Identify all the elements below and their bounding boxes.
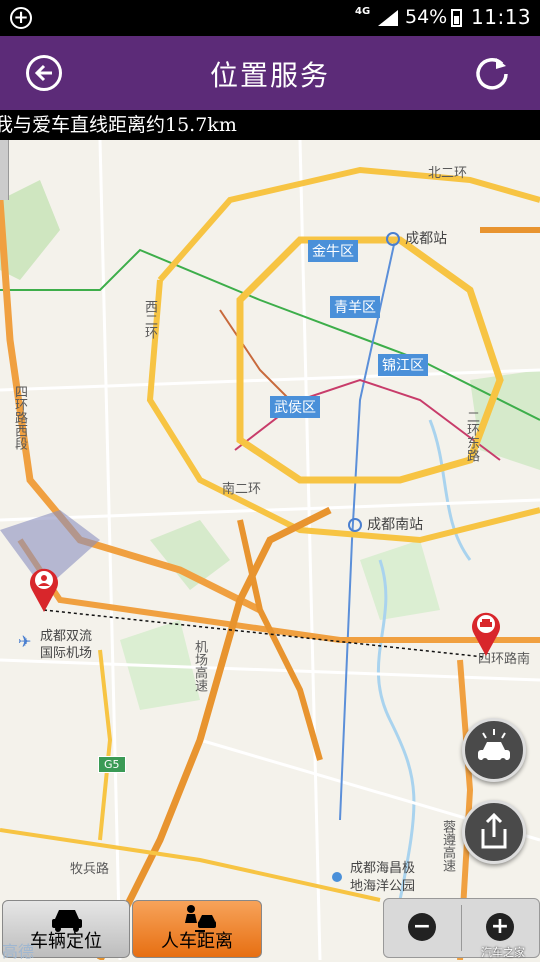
distance-text: 我与爱车直线距离约15.7km <box>0 114 237 136</box>
clock: 11:13 <box>471 5 532 29</box>
district-label-wuhou: 武侯区 <box>270 396 320 418</box>
label-muyang-road: 牧兵路 <box>70 862 110 877</box>
airplane-icon: ✈ <box>18 632 32 651</box>
station-label: 成都站 <box>405 231 448 247</box>
district-label-qingyang: 青羊区 <box>330 296 380 318</box>
zoom-divider <box>461 905 462 951</box>
page-title: 位置服务 <box>209 59 330 92</box>
refresh-button[interactable] <box>472 54 512 94</box>
district-label-jinjiang: 锦江区 <box>378 354 428 376</box>
tab-person-car-distance-label: 人车距离 <box>161 931 233 952</box>
locate-car-button[interactable] <box>462 718 526 782</box>
share-button[interactable] <box>462 800 526 864</box>
label-west-ring2: 西二环 <box>142 300 157 339</box>
label-expressway: 蓉遵高速 <box>440 820 455 872</box>
battery-percent: 54% <box>405 6 448 28</box>
car-location-marker[interactable] <box>470 610 502 656</box>
map-provider-logo: 高德 <box>2 942 35 961</box>
tab-person-car-distance[interactable]: 人车距离 <box>132 900 262 958</box>
label-airport-expressway: 机场高速 <box>192 640 207 692</box>
highway-shield-g5: G5 <box>98 756 126 773</box>
signal-icon <box>378 10 398 26</box>
watermark: 汽车之家 <box>481 946 525 959</box>
car-icon <box>478 729 510 764</box>
map-view[interactable]: 金牛区 青羊区 锦江区 武侯区 北二环 西二环 四环路西段 南二环 二环东路 四… <box>0 140 540 960</box>
district-label-jinniu: 金牛区 <box>308 240 358 262</box>
metro-station-icon <box>386 231 400 246</box>
label-west-ring4: 四环路西段 <box>12 385 27 450</box>
person-location-marker[interactable] <box>28 566 60 612</box>
label-south-ring2: 南二环 <box>222 482 262 497</box>
battery-icon <box>451 9 462 27</box>
zoom-out-button[interactable]: − <box>408 913 436 941</box>
distance-banner: 我与爱车直线距离约15.7km <box>0 110 540 140</box>
airport-label: 成都双流 国际机场 <box>40 629 93 661</box>
drawer-handle[interactable] <box>0 140 9 200</box>
bottom-bar: 车辆定位 人车距离 − + <box>0 898 540 960</box>
poi-icon <box>332 872 342 882</box>
app-header: 位置服务 <box>0 36 540 110</box>
share-icon <box>481 812 507 849</box>
station-chengdu: 成都站 <box>386 228 447 248</box>
network-type: 4G <box>355 6 371 17</box>
zoom-in-button[interactable]: + <box>486 913 514 941</box>
station-label: 成都南站 <box>367 517 424 533</box>
status-bar: + 4G 54% 11:13 <box>0 0 540 36</box>
haichang-label: 成都海昌极 地海洋公园 <box>350 861 416 894</box>
station-chengdu-south: 成都南站 <box>348 514 423 534</box>
add-notification-icon: + <box>10 7 32 29</box>
label-north-ring2: 北二环 <box>428 166 468 181</box>
label-east-ring2: 二环东路 <box>464 410 479 462</box>
metro-station-icon <box>348 517 362 532</box>
map-canvas <box>0 140 540 960</box>
